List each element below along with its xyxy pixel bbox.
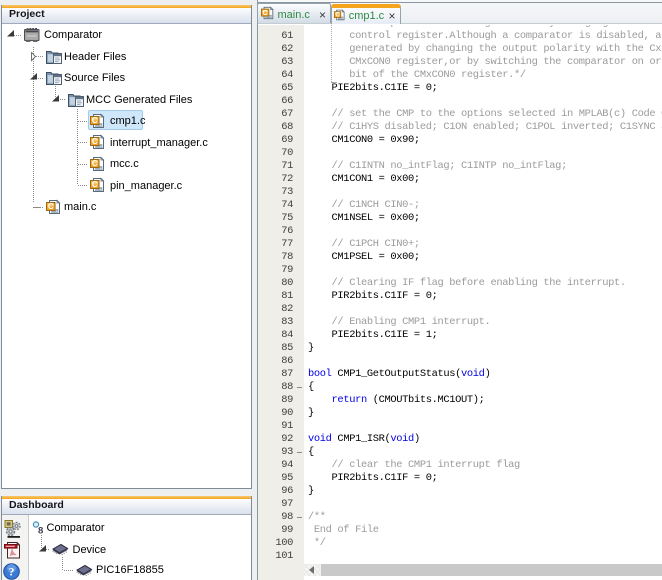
svg-text:C: C xyxy=(92,159,98,168)
svg-text:8: 8 xyxy=(38,525,43,535)
svg-text:C: C xyxy=(263,10,268,17)
svg-text:?: ? xyxy=(9,567,15,579)
svg-text:C: C xyxy=(92,137,98,146)
svg-text:C: C xyxy=(92,116,98,125)
svg-text:C: C xyxy=(48,202,54,211)
svg-text:C: C xyxy=(335,12,340,18)
svg-text:C: C xyxy=(92,180,98,189)
